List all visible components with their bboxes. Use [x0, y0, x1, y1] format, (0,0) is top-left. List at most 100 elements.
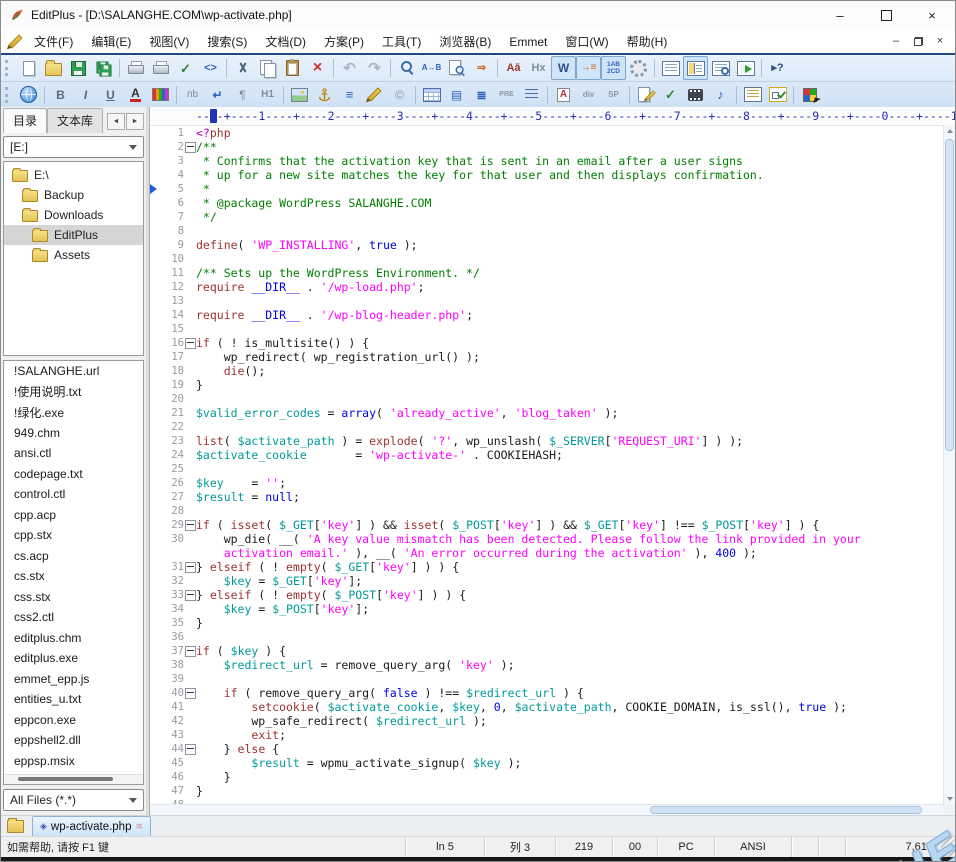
open-file-button[interactable] — [41, 56, 66, 80]
code-line[interactable]: 18 die(); — [150, 364, 955, 378]
menu-item-emmet[interactable]: Emmet — [500, 32, 556, 52]
code-line[interactable]: 19} — [150, 378, 955, 392]
file-item[interactable]: !SALANGHE.url — [4, 361, 143, 382]
fold-collapse-icon[interactable] — [185, 142, 196, 153]
scroll-up-icon[interactable] — [944, 125, 955, 137]
div-tag-button[interactable]: div — [576, 83, 601, 107]
vertical-scroll-thumb[interactable] — [945, 139, 954, 451]
code-line[interactable]: 27$result = null; — [150, 490, 955, 504]
file-item[interactable]: entities_u.txt — [4, 689, 143, 710]
mdi-restore-button[interactable] — [907, 32, 929, 50]
highlight-pen-button[interactable] — [362, 83, 387, 107]
horizontal-scroll-thumb[interactable] — [650, 806, 922, 814]
code-line[interactable]: 4 * up for a new site matches the key fo… — [150, 168, 955, 182]
syntax-highlight-button[interactable]: <> — [198, 56, 223, 80]
find-button[interactable] — [394, 56, 419, 80]
save-file-button[interactable] — [66, 56, 91, 80]
cliptext-window-button[interactable] — [658, 56, 683, 80]
browser-window-button[interactable] — [733, 56, 758, 80]
goto-line-button[interactable]: ⇒ — [469, 56, 494, 80]
resize-grip[interactable] — [941, 837, 955, 857]
maximize-button[interactable] — [863, 1, 909, 29]
file-item[interactable]: !绿化.exe — [4, 402, 143, 423]
audio-button[interactable]: ♪ — [708, 83, 733, 107]
tree-item-downloads[interactable]: Downloads — [4, 205, 143, 225]
file-item[interactable]: css.stx — [4, 587, 143, 608]
file-item[interactable]: cpp.stx — [4, 525, 143, 546]
fold-collapse-icon[interactable] — [185, 562, 196, 573]
code-line[interactable]: 26$key = ''; — [150, 476, 955, 490]
save-all-button[interactable] — [91, 56, 116, 80]
code-line[interactable]: 2/** — [150, 140, 955, 154]
code-line[interactable]: 6 * @package WordPress SALANGHE.COM — [150, 196, 955, 210]
menu-item-p[interactable]: 方案(P) — [315, 32, 373, 52]
file-item[interactable]: eppcon.exe — [4, 710, 143, 731]
change-case-button[interactable]: Aā — [501, 56, 526, 80]
code-line[interactable]: 15 — [150, 322, 955, 336]
file-item[interactable]: css2.ctl — [4, 607, 143, 628]
code-line[interactable]: 7 */ — [150, 210, 955, 224]
fold-collapse-icon[interactable] — [185, 646, 196, 657]
word-wrap-button[interactable]: W — [551, 56, 576, 80]
toolbar-grip[interactable] — [5, 87, 12, 103]
cut-button[interactable] — [230, 56, 255, 80]
code-line[interactable]: 31} elseif ( ! empty( $_GET['key'] ) ) { — [150, 560, 955, 574]
delete-button[interactable]: × — [305, 56, 330, 80]
editor-pane[interactable]: ----+----1----+----2----+----3----+----4… — [149, 107, 955, 815]
heading-button[interactable]: H1 — [255, 83, 280, 107]
code-line[interactable]: 16if ( ! is_multisite() ) { — [150, 336, 955, 350]
multimedia-button[interactable] — [683, 83, 708, 107]
paste-button[interactable] — [280, 56, 305, 80]
code-line[interactable]: 35} — [150, 616, 955, 630]
menu-item-d[interactable]: 文档(D) — [256, 32, 315, 52]
file-item[interactable]: cs.stx — [4, 566, 143, 587]
horizontal-rule-button[interactable]: ≡ — [337, 83, 362, 107]
directory-window-button[interactable] — [683, 56, 708, 80]
code-line[interactable]: 47} — [150, 784, 955, 798]
tree-item-assets[interactable]: Assets — [4, 245, 143, 265]
div-block-button[interactable]: ▤ — [444, 83, 469, 107]
document-tab[interactable]: ◈ wp-activate.php ≋ — [32, 816, 151, 836]
tree-item-e[interactable]: E:\ — [4, 165, 143, 185]
code-line[interactable]: 24$activate_cookie = 'wp-activate-' . CO… — [150, 448, 955, 462]
minimize-button[interactable]: – — [817, 1, 863, 29]
fold-collapse-icon[interactable] — [185, 590, 196, 601]
edit-note-button[interactable] — [633, 83, 658, 107]
code-line[interactable]: 22 — [150, 420, 955, 434]
preferences-button[interactable] — [626, 56, 651, 80]
file-item[interactable]: codepage.txt — [4, 464, 143, 485]
copy-button[interactable] — [255, 56, 280, 80]
replace-button[interactable]: A→B — [419, 56, 444, 80]
code-line[interactable]: 9define( 'WP_INSTALLING', true ); — [150, 238, 955, 252]
fold-collapse-icon[interactable] — [185, 744, 196, 755]
menu-item-h[interactable]: 帮助(H) — [618, 32, 677, 52]
vertical-scrollbar[interactable] — [943, 125, 955, 805]
code-line[interactable]: 32 $key = $_GET['key']; — [150, 574, 955, 588]
code-line[interactable]: 11/** Sets up the WordPress Environment.… — [150, 266, 955, 280]
insert-image-button[interactable] — [287, 83, 312, 107]
file-item[interactable]: !使用说明.txt — [4, 382, 143, 403]
bold-button[interactable]: B — [48, 83, 73, 107]
file-item[interactable]: eppsp.msix — [4, 751, 143, 772]
code-line[interactable]: 42 wp_safe_redirect( $redirect_url ); — [150, 714, 955, 728]
tab-directory[interactable]: 目录 — [3, 108, 47, 133]
find-in-files-button[interactable] — [444, 56, 469, 80]
code-line[interactable]: 39 — [150, 672, 955, 686]
center-text-button[interactable]: ≣ — [469, 83, 494, 107]
redo-button[interactable]: ↷ — [362, 56, 387, 80]
file-item[interactable]: eppshell2.dll — [4, 730, 143, 751]
bullet-list-button[interactable] — [519, 83, 544, 107]
special-character-button[interactable]: © — [387, 83, 412, 107]
scroll-down-icon[interactable] — [944, 793, 955, 805]
character-entity-button[interactable]: A — [551, 83, 576, 107]
horizontal-scrollbar[interactable] — [150, 804, 944, 815]
menu-item-b[interactable]: 浏览器(B) — [430, 32, 500, 52]
file-item[interactable]: cpp.acp — [4, 505, 143, 526]
view-in-browser-button[interactable] — [16, 83, 41, 107]
window-colors-button[interactable] — [797, 83, 822, 107]
indent-guides-button[interactable]: →≡ — [576, 56, 601, 80]
menu-item-e[interactable]: 编辑(E) — [82, 32, 140, 52]
code-line[interactable]: 25 — [150, 462, 955, 476]
code-area[interactable]: 1<?php2/**3 * Confirms that the activati… — [150, 126, 955, 815]
file-item[interactable]: emmet_epp.js — [4, 669, 143, 690]
